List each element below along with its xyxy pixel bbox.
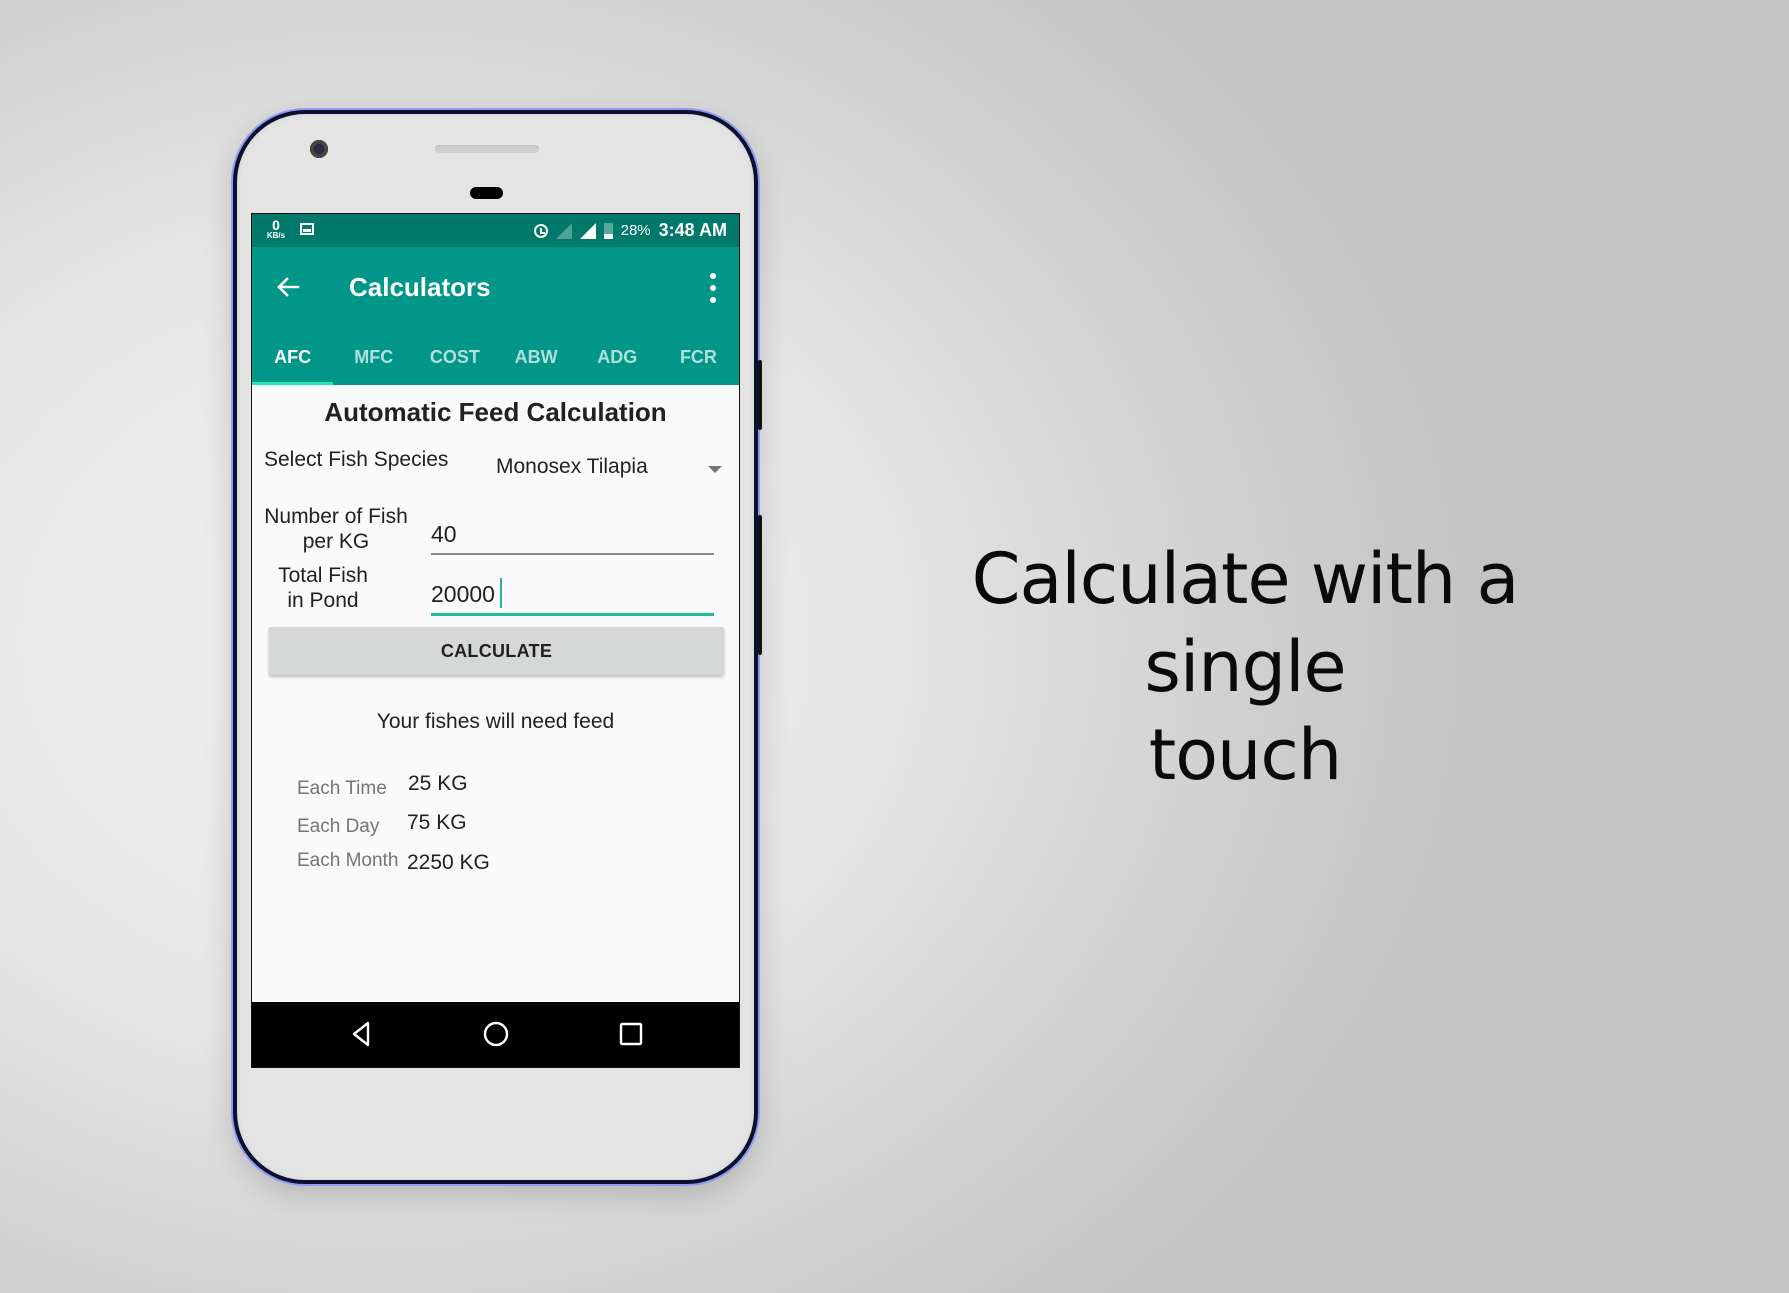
calculate-button[interactable]: CALCULATE <box>269 627 724 675</box>
home-circle-icon <box>483 1021 509 1047</box>
clock: 3:48 AM <box>658 220 727 240</box>
species-label: Select Fish Species <box>264 448 449 471</box>
tagline-line-1: Calculate with a single <box>971 538 1520 708</box>
promo-tagline: Calculate with a single touch <box>870 535 1620 799</box>
fish-per-kg-input[interactable] <box>431 515 714 555</box>
result-label-each-day: Each Day <box>297 816 380 837</box>
recents-square-icon <box>619 1022 643 1046</box>
result-heading: Your fishes will need feed <box>376 710 615 733</box>
network-speed: 0 KB/s <box>264 218 288 240</box>
nav-home-button[interactable] <box>480 1018 512 1050</box>
total-fish-input[interactable] <box>431 575 714 616</box>
battery-icon <box>603 222 613 239</box>
more-vert-icon-dot <box>710 285 716 291</box>
network-speed-unit: KB/s <box>266 231 286 240</box>
more-vert-icon-dot <box>710 297 716 303</box>
arrow-left-icon <box>277 277 300 297</box>
image-icon <box>300 223 314 235</box>
total-fish-label-line1: Total Fish <box>278 564 368 587</box>
tab-cost[interactable]: COST <box>414 334 495 385</box>
proximity-sensor <box>470 187 503 199</box>
front-camera <box>310 140 328 158</box>
dropdown-arrow-icon <box>708 466 722 473</box>
signal-empty-icon <box>555 222 572 239</box>
total-fish-label-line2: in Pond <box>287 589 359 612</box>
alarm-icon <box>533 223 548 238</box>
nav-back-button[interactable] <box>346 1018 378 1050</box>
species-dropdown-value: Monosex Tilapia <box>496 455 648 478</box>
more-options-button[interactable] <box>707 273 719 303</box>
earpiece-speaker <box>435 145 539 153</box>
result-label-each-time: Each Time <box>297 778 387 799</box>
status-bar: 0 KB/s 28% 3:48 AM <box>252 214 739 247</box>
power-button <box>758 360 762 430</box>
app-title: Calculators <box>349 272 491 302</box>
nav-recents-button[interactable] <box>615 1018 647 1050</box>
form-title: Automatic Feed Calculation <box>324 397 667 427</box>
result-value-each-day: 75 KG <box>407 811 467 834</box>
total-fish-label: Total Fish in Pond <box>252 563 394 613</box>
fish-per-kg-label-line1: Number of Fish <box>264 505 408 528</box>
tab-adg[interactable]: ADG <box>577 334 658 385</box>
afc-form: Automatic Feed Calculation Select Fish S… <box>252 385 739 1004</box>
species-dropdown[interactable]: Monosex Tilapia <box>496 451 722 485</box>
fish-per-kg-label: Number of Fish per KG <box>258 504 414 554</box>
status-icons: 28% 3:48 AM <box>533 214 727 247</box>
system-nav-bar <box>252 1002 739 1067</box>
result-label-each-month: Each Month <box>297 850 399 871</box>
back-triangle-icon <box>352 1021 370 1047</box>
text-cursor <box>500 578 502 608</box>
result-value-each-time: 25 KG <box>408 772 468 795</box>
tab-fcr[interactable]: FCR <box>658 334 739 385</box>
result-value-each-month: 2250 KG <box>407 851 490 874</box>
app-bar: Calculators <box>252 247 739 334</box>
tab-afc[interactable]: AFC <box>252 334 334 385</box>
tab-abw[interactable]: ABW <box>496 334 577 385</box>
back-button[interactable] <box>272 271 304 303</box>
phone-screen: 0 KB/s 28% 3:48 AM Calculators AFC MFC C <box>251 213 740 1068</box>
signal-full-icon <box>579 222 596 239</box>
volume-button <box>758 515 762 655</box>
battery-percent: 28% <box>620 222 651 239</box>
fish-per-kg-label-line2: per KG <box>302 530 370 553</box>
calculator-tabs: AFC MFC COST ABW ADG FCR <box>252 334 739 385</box>
tagline-line-2: touch <box>1148 714 1343 796</box>
more-vert-icon-dot <box>710 273 716 279</box>
tab-mfc[interactable]: MFC <box>333 334 414 385</box>
network-speed-value: 0 <box>272 217 280 233</box>
